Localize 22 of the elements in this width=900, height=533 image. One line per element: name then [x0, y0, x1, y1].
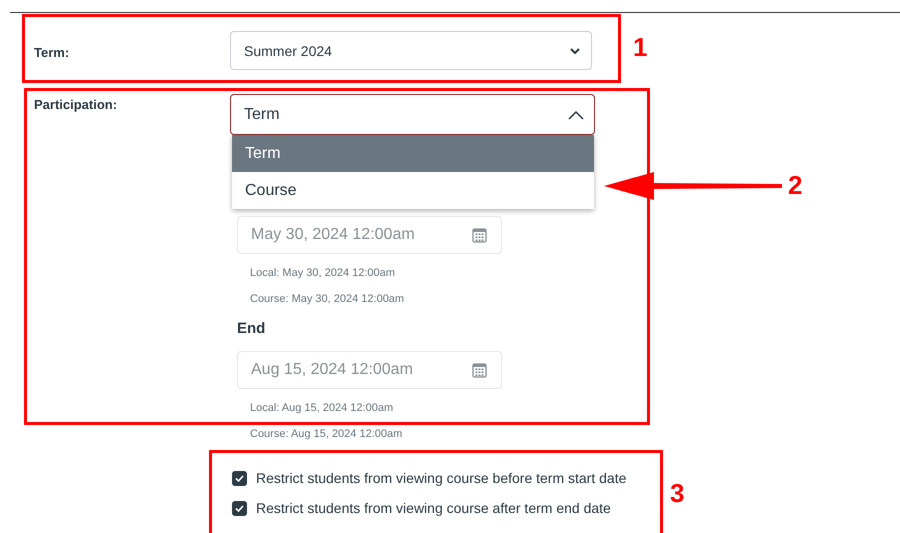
check-icon: [235, 474, 244, 482]
dropdown-option[interactable]: Course: [232, 172, 594, 209]
field-label: Participation:: [34, 96, 118, 114]
chevron-down-icon: [569, 46, 581, 54]
checkbox[interactable]: [232, 500, 247, 516]
chevron-up-icon: [568, 110, 584, 120]
field-label: Term:: [34, 44, 70, 62]
participation-select[interactable]: Term: [230, 94, 595, 135]
checkbox[interactable]: [232, 470, 247, 486]
dropdown-option[interactable]: Term: [232, 135, 594, 172]
local-time-text: Local: May 30, 2024 12:00am: [250, 266, 396, 280]
local-time-text: Local: Aug 15, 2024 12:00am: [250, 401, 394, 415]
callout-number: 3: [670, 480, 684, 506]
end-label: End: [237, 320, 266, 337]
checkbox-label: Restrict students from viewing course after term end date: [256, 500, 611, 516]
check-icon: [235, 504, 244, 512]
term-select[interactable]: Summer 2024: [230, 31, 592, 70]
callout-number: 1: [633, 34, 648, 60]
course-time-text: Course: May 30, 2024 12:00am: [250, 292, 406, 306]
checkbox-label: Restrict students from viewing course before term start date: [256, 470, 626, 486]
course-time-text: Course: Aug 15, 2024 12:00am: [250, 427, 404, 441]
callout-number: 2: [788, 172, 802, 198]
